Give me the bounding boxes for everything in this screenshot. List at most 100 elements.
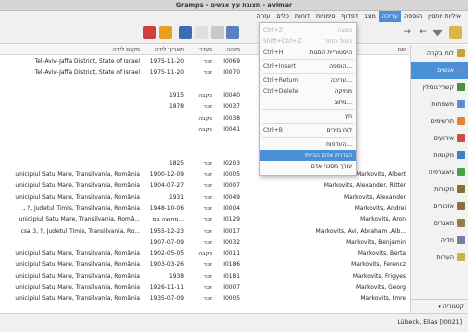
sidebar-item-11[interactable]: מדיה [411,232,468,249]
edit-menu-dropdown: הסגה Ctrl+Z בטול החזר Shift+Ctrl+Z היסטוריית… [259,22,357,176]
menu-4[interactable]: דפדוף [339,11,362,22]
menu-2[interactable]: עריכה [378,11,402,22]
category-selector[interactable]: קטגוריה ▾ [410,299,468,313]
cell-sex: נקבה [198,126,212,133]
sidebar-item-2[interactable]: קשרי־גומלין [411,79,468,96]
menu-item-label: הגדרת אדם הבייתי [304,152,352,159]
cell-id: I0037 [223,104,240,111]
home-icon[interactable] [449,26,462,39]
menu-item-9[interactable]: העדפות... [260,139,356,150]
sidebar-item-label: מקומות [433,152,454,159]
menu-item-accelerator: Ctrl+Return [263,77,299,84]
status-bar: [I0021] Lübeck, Elias [0,313,468,332]
menu-1[interactable]: הוספה [401,11,425,22]
menu-item-2[interactable]: היסטוריית הסגות Ctrl+H [260,47,356,58]
sidebar-item-4[interactable]: תרשימים [411,113,468,130]
sidebar-item-8[interactable]: מקורות [411,181,468,198]
cell-birth-date: 1955-12-23 [149,228,184,235]
category-icon [457,100,465,108]
table-row[interactable]: unicipiul Satu Mare, Transilvania, Român… [0,181,410,191]
menu-item-0[interactable]: הסגה Ctrl+Z [260,25,356,36]
view-list-icon[interactable] [211,26,224,39]
menu-item-accelerator: Shift+Ctrl+Z [263,38,302,45]
menu-item-1[interactable]: בטול החזר Shift+Ctrl+Z [260,36,356,47]
table-row[interactable]: unicipiul Satu Mare, Transilvania, Român… [0,272,410,282]
menu-5[interactable]: סימניות [313,11,339,22]
cell-sex: זכר [203,239,212,246]
table-row[interactable]: unicipiul Satu Mare, Transilvania, Român… [0,260,410,270]
sidebar-item-7[interactable]: גיאוגרפיה [411,164,468,181]
sidebar-item-0[interactable]: לוח בקרה [411,45,468,62]
column-birth-date[interactable]: תאריך לידה [141,45,184,55]
toolbar: ← → [0,22,468,44]
cell-birth-date: 1900-12-09 [149,172,184,178]
menu-item-11[interactable]: עורך מסנני אדם [260,161,356,172]
cell-place: unicipiul Satu Mare, Transilvania, Român… [15,262,140,269]
menu-8[interactable]: עזרה [254,11,274,22]
sidebar-item-label: תרשימים [430,118,454,125]
sidebar-item-label: משפחות [431,101,454,108]
menu-item-5[interactable]: מחיקה Ctrl+Delete [260,86,356,97]
cell-sex: זכר [203,194,212,201]
menu-item-3[interactable]: הוספה... Ctrl+Insert [260,61,356,72]
sidebar-item-10[interactable]: מאגרים [411,215,468,232]
sidebar-item-5[interactable]: אירועים [411,130,468,147]
edit-person-icon[interactable] [226,26,239,39]
table-row[interactable]: unicipiul Satu Mare, Transilvania, Român… [0,249,410,259]
cell-birth-date: 1878 [169,104,184,111]
sidebar-item-9[interactable]: אזכורים [411,198,468,215]
table-row[interactable]: csa 3, ?, Judetul Timis, Transilvania, R… [0,227,410,237]
cell-birth-date: 1907-07-09 [149,239,184,246]
column-place[interactable]: מקום לידה [3,45,140,55]
column-sex[interactable]: מגדר [186,45,212,55]
sidebar-item-12[interactable]: הערות [411,249,468,266]
cell-id: I0186 [223,262,240,269]
cell-id: I0005 [223,296,240,303]
table-row[interactable]: unicipiul Satu Mare, Transilvania, Româ.… [0,215,410,225]
cell-id: I0007 [223,183,240,190]
sidebar-item-3[interactable]: משפחות [411,96,468,113]
menu-item-label: עריכה... [330,77,352,84]
menu-item-label: חץ [344,113,352,120]
menu-item-7[interactable]: חץ [260,111,356,122]
menu-6[interactable]: דוחות [292,11,313,22]
menu-3[interactable]: מצב [361,11,379,22]
table-row[interactable]: 1907-07-09 זכר I0032 Markovits, Benjamin [0,238,410,248]
view-tree-icon[interactable] [195,26,208,39]
table-row[interactable]: unicipiul Satu Mare, Transilvania, Român… [0,193,410,203]
category-icon [457,168,465,176]
forward-icon[interactable]: → [402,26,412,39]
menu-item-label: מיזוג... [334,99,352,106]
cell-birth-date: מחוצה בס... [152,217,184,224]
back-icon[interactable]: ← [418,26,428,39]
sidebar-item-6[interactable]: מקומות [411,147,468,164]
category-icon [457,185,465,193]
sidebar-item-1[interactable]: אנשים [411,62,468,79]
menu-item-10[interactable]: הגדרת אדם הבייתי [260,150,356,161]
cell-id: I0203 [223,160,240,167]
cell-birth-date: 1975-11-20 [149,59,184,65]
menu-item-8[interactable]: לוח גזירים Ctrl+B [260,125,356,136]
add-person-icon[interactable] [179,26,192,39]
menu-item-6[interactable]: מיזוג... [260,97,356,108]
cell-name: Markovits, Aron [360,217,406,224]
menu-item-accelerator: Ctrl+H [263,49,284,56]
menubar: איליות יוחסיןהוספהעריכהמצבדפדוףסימניותדו… [0,11,468,22]
table-row[interactable]: unicipiul Satu Mare, Transilvania, Român… [0,294,410,304]
menu-7[interactable]: כלים [273,11,292,22]
merge-icon[interactable] [159,26,172,39]
remove-person-icon[interactable] [143,26,156,39]
menu-separator [262,123,354,124]
menu-item-label: לוח גזירים [326,127,352,134]
cell-id: I0049 [223,194,240,201]
menu-separator [262,137,354,138]
table-row[interactable]: ., ?, Judetul Timis, Transilvania, Român… [0,204,410,214]
cell-birth-date: 1938 [169,273,184,280]
cell-name: Markovits, Imre [360,296,406,303]
cell-id: I0038 [223,115,240,122]
menu-item-4[interactable]: עריכה... Ctrl+Return [260,75,356,86]
menu-0[interactable]: איליות יוחסין [425,11,464,22]
chevron-down-icon[interactable] [432,29,443,37]
table-row[interactable]: unicipiul Satu Mare, Transilvania, Român… [0,283,410,293]
column-id[interactable]: מזהה [214,45,240,55]
